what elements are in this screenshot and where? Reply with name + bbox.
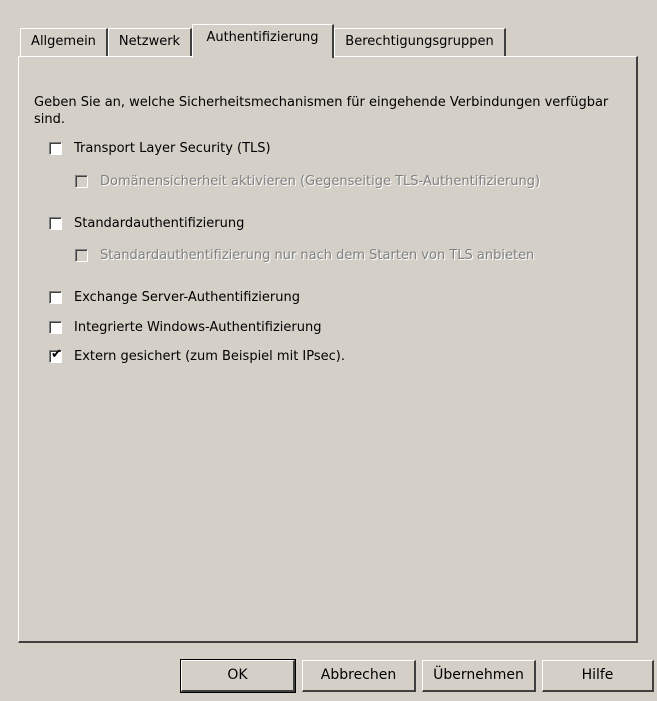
- option-basic-after-tls: Standardauthentifizierung nur nach dem S…: [75, 246, 534, 264]
- exchange-auth-checkbox[interactable]: [49, 290, 62, 304]
- option-basic-auth[interactable]: Standardauthentifizierung: [49, 214, 244, 232]
- tab-authentifizierung[interactable]: Authentifizierung: [192, 24, 334, 58]
- tab-allgemein[interactable]: Allgemein: [20, 28, 108, 56]
- tab-berechtigungsgruppen[interactable]: Berechtigungsgruppen: [334, 28, 506, 56]
- basic-after-tls-label: Standardauthentifizierung nur nach dem S…: [100, 247, 535, 263]
- exchange-auth-label: Exchange Server-Authentifizierung: [74, 289, 300, 305]
- domain-security-label: Domänensicherheit aktivieren (Gegenseiti…: [100, 173, 541, 189]
- option-externally-secured[interactable]: ✔ Extern gesichert (zum Beispiel mit IPs…: [49, 347, 345, 365]
- option-exchange-auth[interactable]: Exchange Server-Authentifizierung: [49, 288, 300, 306]
- option-windows-auth[interactable]: Integrierte Windows-Authentifizierung: [49, 318, 322, 336]
- option-domain-security: Domänensicherheit aktivieren (Gegenseiti…: [75, 172, 540, 190]
- apply-button[interactable]: Übernehmen: [422, 660, 536, 692]
- windows-auth-checkbox[interactable]: [49, 320, 62, 334]
- tls-checkbox[interactable]: [49, 141, 62, 155]
- tab-netzwerk[interactable]: Netzwerk: [108, 28, 192, 56]
- domain-security-checkbox: [75, 174, 88, 188]
- cancel-button[interactable]: Abbrechen: [302, 660, 416, 692]
- basic-auth-checkbox[interactable]: [49, 216, 62, 230]
- basic-auth-label: Standardauthentifizierung: [74, 215, 245, 231]
- help-button[interactable]: Hilfe: [542, 660, 654, 692]
- externally-secured-checkbox[interactable]: ✔: [49, 346, 62, 363]
- intro-text: Geben Sie an, welche Sicherheitsmechanis…: [34, 95, 609, 127]
- basic-after-tls-checkbox: [75, 248, 88, 262]
- externally-secured-label: Extern gesichert (zum Beispiel mit IPsec…: [74, 348, 345, 364]
- option-tls[interactable]: Transport Layer Security (TLS): [49, 139, 271, 157]
- tab-strip: Allgemein Netzwerk Authentifizierung Ber…: [20, 24, 640, 58]
- windows-auth-label: Integrierte Windows-Authentifizierung: [74, 319, 322, 335]
- checkmark-icon: ✔: [51, 346, 62, 362]
- ok-button[interactable]: OK: [180, 659, 296, 693]
- tls-label: Transport Layer Security (TLS): [74, 140, 271, 156]
